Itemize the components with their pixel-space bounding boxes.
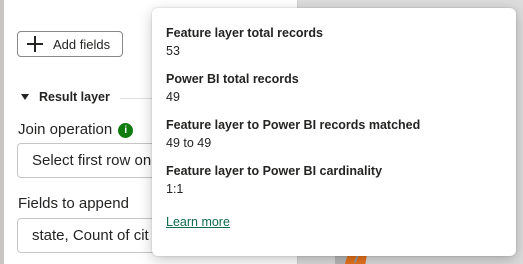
stat-records-matched: Feature layer to Power BI records matche… — [166, 117, 502, 152]
stat-value: 49 to 49 — [166, 136, 212, 150]
result-layer-section-toggle[interactable]: Result layer — [21, 90, 110, 104]
stat-powerbi-total: Power BI total records 49 — [166, 71, 502, 106]
learn-more-link[interactable]: Learn more — [166, 215, 230, 229]
plus-icon — [27, 36, 43, 52]
stat-label: Feature layer total records — [166, 26, 324, 40]
pane-edge — [0, 0, 4, 264]
fields-to-append-value: state, Count of cit — [32, 227, 149, 244]
fields-to-append-label: Fields to append — [18, 195, 129, 212]
stat-label: Feature layer to Power BI records matche… — [166, 118, 421, 132]
join-operation-value: Select first row on — [32, 152, 152, 169]
section-title: Result layer — [39, 90, 110, 104]
join-operation-label-row: Join operation i — [18, 121, 134, 138]
join-operation-label: Join operation — [18, 121, 113, 138]
stat-label: Power BI total records — [166, 72, 299, 86]
info-icon[interactable]: i — [118, 123, 134, 138]
stat-value: 49 — [166, 90, 180, 104]
join-stats-popover: Feature layer total records 53 Power BI … — [152, 8, 516, 256]
caret-down-icon — [21, 94, 29, 100]
stat-value: 1:1 — [166, 182, 184, 196]
stat-label: Feature layer to Power BI cardinality — [166, 164, 383, 178]
stat-value: 53 — [166, 44, 180, 58]
stat-feature-layer-total: Feature layer total records 53 — [166, 25, 502, 60]
add-fields-label: Add fields — [53, 36, 111, 52]
add-fields-button[interactable]: Add fields — [17, 31, 123, 57]
stat-cardinality: Feature layer to Power BI cardinality 1:… — [166, 163, 502, 198]
